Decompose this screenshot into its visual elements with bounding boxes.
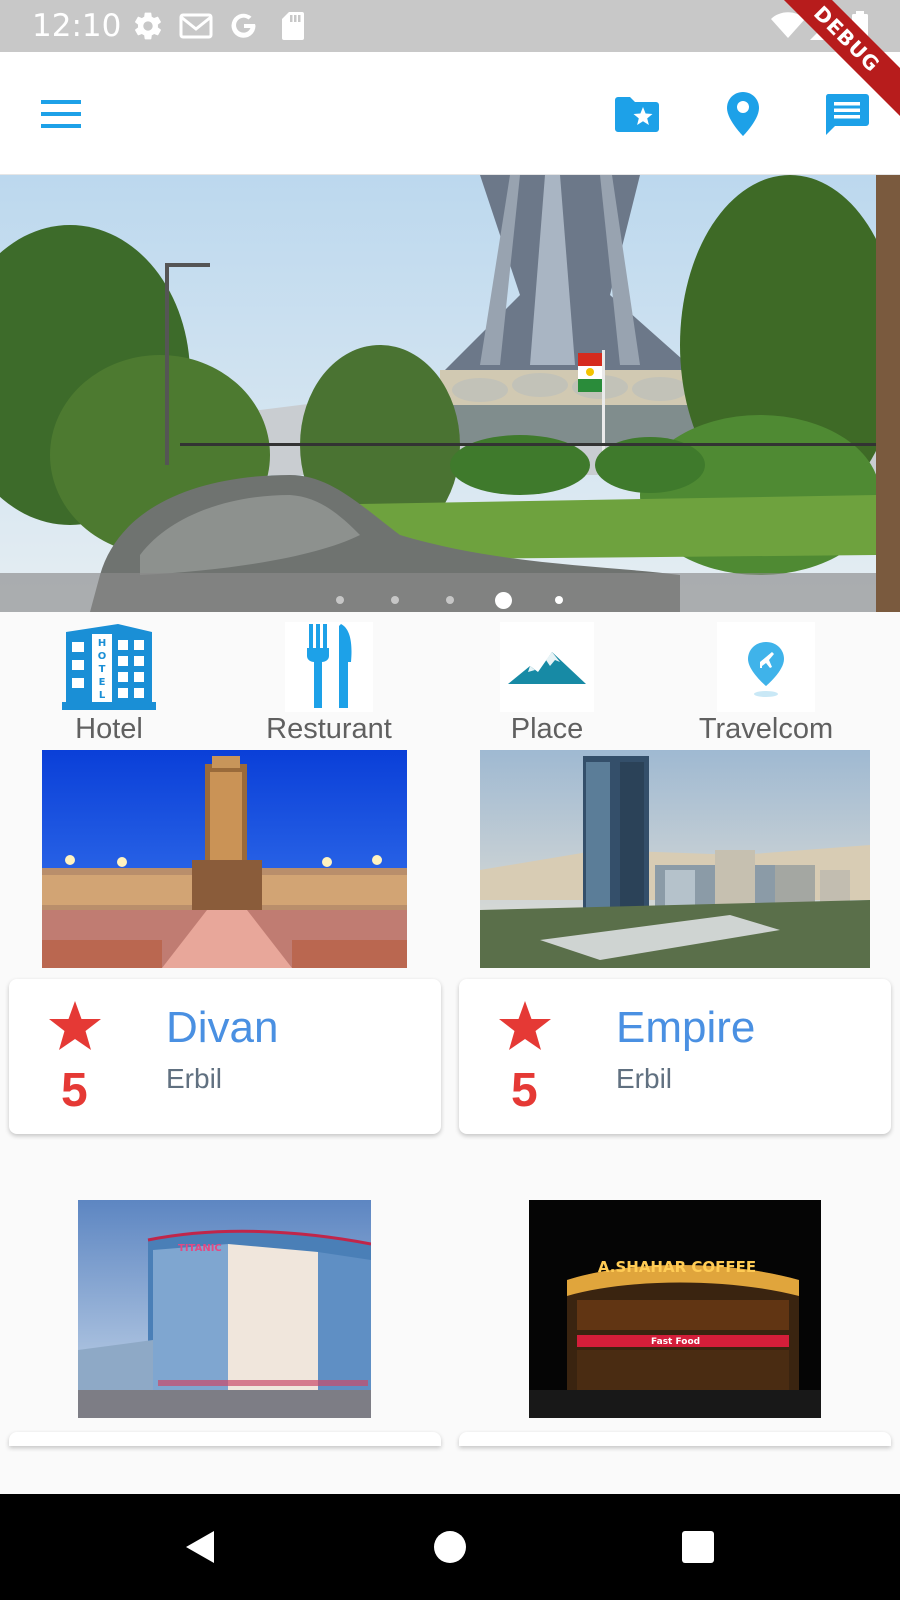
svg-text:T: T (99, 664, 106, 675)
carousel-dot[interactable] (446, 596, 454, 604)
messages-button[interactable] (817, 84, 877, 144)
listing-image-empire[interactable] (480, 750, 870, 968)
hotel-building-icon: H O T E L (62, 624, 156, 710)
image-carousel[interactable] (0, 175, 900, 612)
listing-image-shahar[interactable]: A.SHAHAR COFFEE Fast Food (529, 1200, 821, 1418)
favorites-button[interactable] (607, 84, 667, 144)
star-icon (499, 1001, 551, 1050)
status-time: 12:10 (32, 8, 122, 44)
category-restaurant[interactable]: Resturant (266, 622, 392, 745)
category-label: Travelcom (698, 713, 834, 745)
category-label: Hotel (75, 713, 143, 745)
recents-button[interactable] (668, 1522, 728, 1572)
rating-value: 5 (61, 1064, 88, 1117)
shahar-coffee-photo: A.SHAHAR COFFEE Fast Food (529, 1200, 821, 1418)
listing-image-titanic[interactable]: TITANIC (78, 1200, 371, 1418)
settings-icon (132, 10, 164, 42)
sd-card-icon (280, 10, 306, 42)
location-pin-icon (727, 92, 759, 136)
carousel-dot[interactable] (336, 596, 344, 604)
category-label: Resturant (266, 713, 392, 745)
app-screen: 12:10 DEBUG H O T E L Hotel Resturant Pl… (0, 0, 900, 1600)
carousel-dot[interactable] (555, 596, 563, 604)
system-nav-bar (0, 1494, 900, 1600)
listing-card-titanic[interactable] (9, 1432, 441, 1446)
favorite-folder-icon (615, 97, 659, 132)
listing-name: Divan (166, 1003, 279, 1052)
shahar-sign: A.SHAHAR COFFEE (598, 1258, 756, 1276)
google-icon (228, 10, 260, 42)
category-label: Place (510, 713, 584, 745)
home-icon (434, 1531, 466, 1563)
gmail-icon (178, 10, 214, 42)
category-hotel[interactable]: H O T E L Hotel (62, 622, 156, 745)
listing-name: Empire (616, 1003, 756, 1052)
mountain-icon (500, 622, 594, 712)
category-travelcom[interactable]: Travelcom (699, 622, 833, 745)
fork-knife-icon (285, 622, 373, 712)
listing-image-divan[interactable] (42, 750, 407, 968)
svg-text:L: L (99, 690, 106, 701)
airplane-pin-icon (717, 622, 815, 712)
carousel-next-slide-peek (876, 175, 900, 612)
listing-card-empire[interactable]: 5 Empire Erbil (459, 979, 891, 1134)
carousel-dot[interactable] (391, 596, 399, 604)
menu-button[interactable] (31, 84, 91, 144)
category-place[interactable]: Place (500, 622, 594, 745)
svg-text:H: H (98, 638, 106, 649)
app-bar (0, 52, 900, 175)
svg-text:O: O (98, 651, 107, 662)
recents-icon (682, 1531, 714, 1563)
listing-card-shahar[interactable] (459, 1432, 891, 1446)
status-bar: 12:10 DEBUG (0, 0, 900, 133)
menu-icon (41, 100, 81, 128)
svg-text:E: E (99, 677, 106, 688)
listing-city: Erbil (616, 1063, 673, 1094)
empire-tower-photo (480, 750, 870, 968)
listing-card-divan[interactable]: 5 Divan Erbil (9, 979, 441, 1134)
titanic-sign: TITANIC (178, 1243, 222, 1254)
halabja-monument-photo (0, 175, 900, 612)
shahar-sub-sign: Fast Food (651, 1337, 700, 1347)
rating-value: 5 (511, 1064, 538, 1117)
back-icon (186, 1531, 214, 1563)
message-icon (825, 94, 869, 135)
carousel-dot-active[interactable] (495, 592, 512, 609)
back-button[interactable] (170, 1522, 230, 1572)
listing-city: Erbil (166, 1063, 223, 1094)
star-icon (49, 1001, 101, 1050)
home-button[interactable] (420, 1522, 480, 1572)
location-button[interactable] (713, 84, 773, 144)
divan-hotel-photo (42, 750, 407, 968)
titanic-hotel-photo: TITANIC (78, 1200, 371, 1418)
